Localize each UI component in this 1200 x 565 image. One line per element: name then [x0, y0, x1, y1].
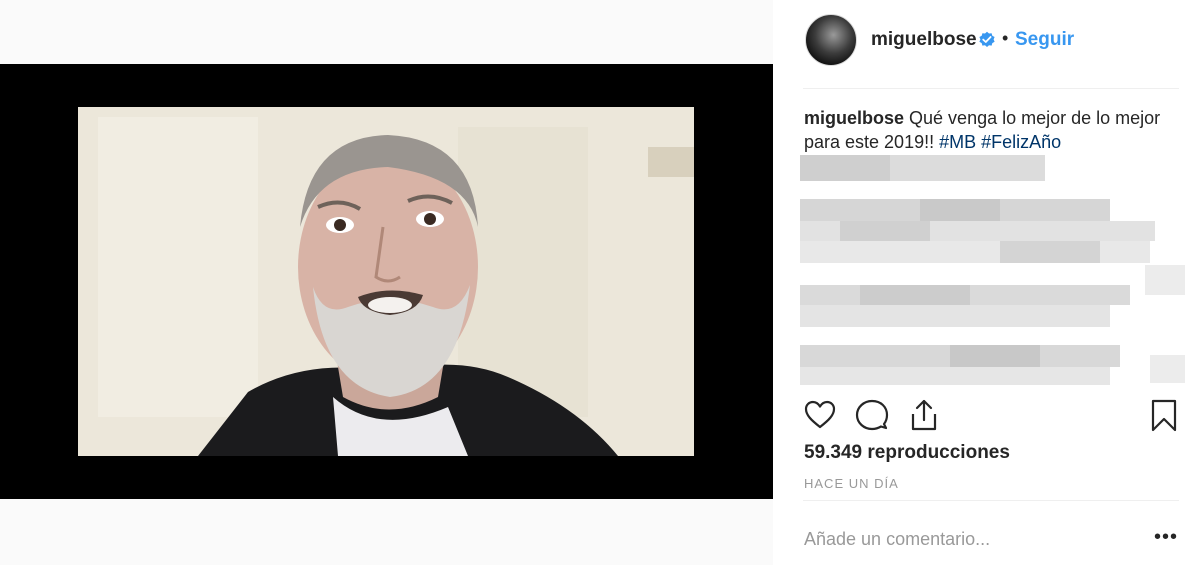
comment-button[interactable] — [855, 398, 889, 432]
comment-icon — [855, 399, 889, 431]
avatar[interactable] — [805, 14, 857, 66]
header-divider — [803, 88, 1179, 89]
like-button[interactable] — [803, 398, 837, 432]
more-options-icon[interactable]: ••• — [1154, 527, 1177, 551]
post-caption: miguelbose Qué venga lo mejor de lo mejo… — [804, 106, 1184, 154]
view-count[interactable]: 59.349 reproducciones — [804, 442, 1010, 464]
caption-username[interactable]: miguelbose — [804, 108, 904, 128]
video-player[interactable] — [0, 64, 773, 499]
video-frame-image — [78, 107, 694, 456]
share-button[interactable] — [907, 398, 941, 432]
hashtag-link[interactable]: #MB — [939, 132, 976, 152]
verified-badge-icon — [979, 31, 995, 47]
video-still — [78, 107, 694, 456]
follow-button[interactable]: Seguir — [1015, 29, 1074, 51]
media-pane — [0, 0, 773, 565]
heart-icon — [804, 400, 836, 429]
share-icon — [911, 399, 937, 431]
comment-input[interactable] — [804, 527, 1134, 551]
header-username[interactable]: miguelbose — [871, 29, 977, 51]
post-timestamp[interactable]: HACE UN DÍA — [804, 476, 899, 491]
hashtag-link[interactable]: #FelizAño — [981, 132, 1061, 152]
comment-divider — [803, 500, 1179, 501]
pixelated-comments-image — [800, 155, 1185, 385]
save-button[interactable] — [1147, 398, 1181, 432]
action-bar — [773, 396, 1200, 436]
bookmark-icon — [1151, 399, 1177, 432]
header-separator: • — [1002, 28, 1009, 48]
post-header: miguelbose • Seguir — [773, 0, 1200, 82]
pixelated-comments — [800, 155, 1185, 395]
post-sidebar: miguelbose • Seguir miguelbose Qué venga… — [773, 0, 1200, 565]
